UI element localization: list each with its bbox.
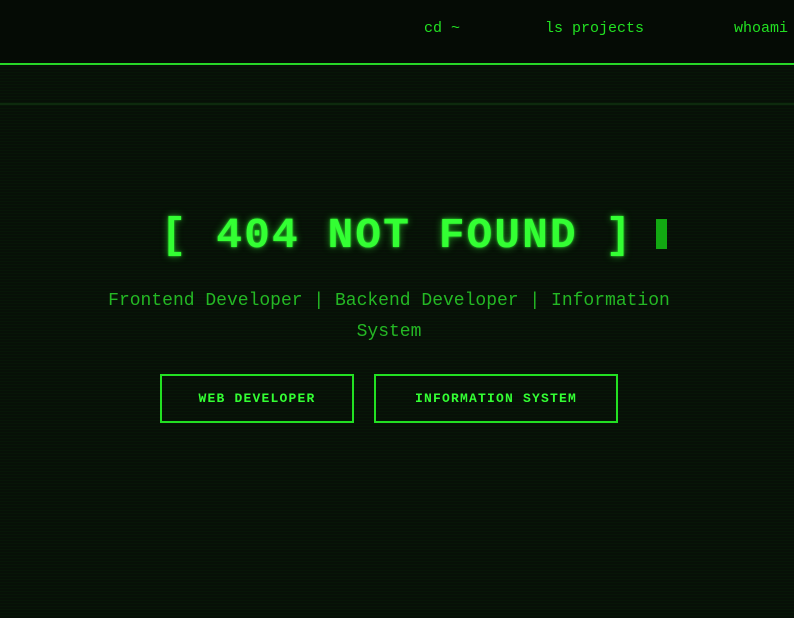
nav-link-home[interactable]: cd ~ [424, 20, 460, 37]
information-system-button[interactable]: INFORMATION SYSTEM [374, 374, 618, 423]
nav-link-projects[interactable]: ls projects [545, 20, 644, 37]
blinking-cursor [656, 219, 667, 249]
nav-link-about[interactable]: whoami [734, 20, 788, 37]
hero-title: [ 404 NOT FOUND ] [160, 211, 634, 260]
page: cd ~ ls projects whoami [ 404 NOT FOUND … [0, 0, 794, 618]
hero-subtitle: Frontend Developer | Backend Developer |… [108, 291, 670, 342]
web-developer-button[interactable]: WEB DEVELOPER [160, 374, 354, 423]
divider-line [0, 103, 794, 105]
top-navbar: cd ~ ls projects whoami [0, 0, 794, 65]
